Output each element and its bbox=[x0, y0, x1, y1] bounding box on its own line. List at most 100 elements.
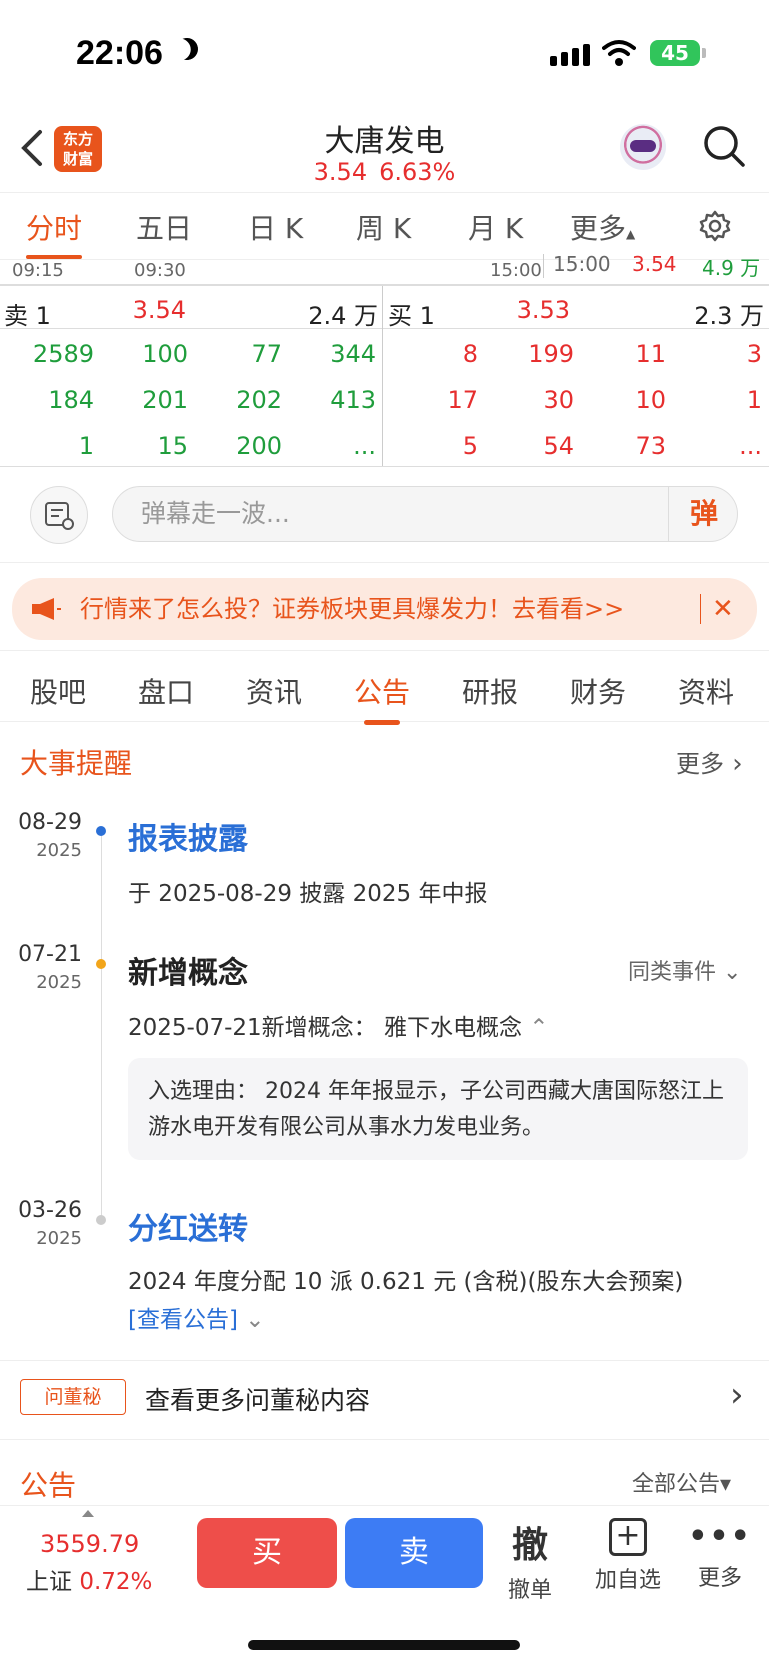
cellular-signal-icon bbox=[550, 44, 590, 66]
change-percent: 6.63% bbox=[379, 158, 456, 186]
caret-down-icon: ▾ bbox=[720, 1472, 732, 1497]
sell-button[interactable]: 卖 bbox=[345, 1518, 483, 1588]
danmu-send-button[interactable]: 弹 bbox=[668, 486, 739, 542]
cancel-label: 撤单 bbox=[507, 1578, 552, 1603]
tab-profile[interactable]: 资料 bbox=[678, 671, 734, 711]
chevron-down-icon: ⌄ bbox=[716, 960, 742, 985]
megaphone-icon bbox=[32, 598, 61, 620]
concept-reason-box: 入选理由： 2024 年年报显示，子公司西藏大唐国际怒江上游水电开发有限公司从事… bbox=[128, 1058, 748, 1160]
stock-header: 东方 财富 大唐发电 3.54 6.63% bbox=[0, 110, 769, 192]
more-button[interactable]: ••• 更多 bbox=[680, 1516, 760, 1592]
queue-cell: 201 bbox=[142, 386, 188, 414]
queue-cell: 5 bbox=[462, 432, 478, 460]
all-announcements-link[interactable]: 全部公告▾ bbox=[632, 1466, 731, 1498]
view-announcement-link[interactable]: [查看公告] ⌄ bbox=[128, 1300, 265, 1334]
buy-button[interactable]: 买 bbox=[197, 1518, 337, 1588]
event-desc-text: 2025-07-21新增概念： 雅下水电概念 bbox=[128, 1015, 522, 1041]
queue-cell: 11 bbox=[635, 340, 666, 368]
all-announcements-label: 全部公告 bbox=[632, 1472, 721, 1497]
gear-icon[interactable] bbox=[698, 209, 732, 243]
tab-daily-k[interactable]: 日 K bbox=[248, 207, 303, 247]
event-date: 08-29 bbox=[18, 810, 82, 835]
expand-caret-icon[interactable] bbox=[82, 1510, 94, 1517]
tab-intraday[interactable]: 分时 bbox=[26, 207, 83, 259]
event-desc: 于 2025-08-29 披露 2025 年中报 bbox=[128, 881, 488, 907]
similar-events-dropdown[interactable]: 同类事件 ⌄ bbox=[628, 954, 741, 986]
tab-pankou[interactable]: 盘口 bbox=[138, 671, 194, 711]
chevron-down-icon: ⌄ bbox=[237, 1307, 265, 1333]
tick-price: 3.54 bbox=[632, 252, 677, 276]
plus-square-icon: + bbox=[609, 1518, 647, 1556]
cancel-order-button[interactable]: 撤 撤单 bbox=[490, 1516, 570, 1604]
chevron-right-icon: › bbox=[730, 1375, 744, 1415]
status-bar: 22:06 45 bbox=[0, 0, 769, 110]
battery-icon: 45 bbox=[650, 40, 706, 66]
danmu-toggle-icon[interactable] bbox=[30, 486, 88, 544]
tab-guba[interactable]: 股吧 bbox=[30, 671, 86, 711]
tab-five-day[interactable]: 五日 bbox=[136, 207, 192, 247]
queue-cell: 184 bbox=[48, 386, 94, 414]
current-price: 3.54 bbox=[313, 158, 368, 186]
announcements-title: 公告 bbox=[20, 1469, 77, 1502]
event-desc[interactable]: 2025-07-21新增概念： 雅下水电概念 ⌃ bbox=[128, 1008, 549, 1042]
moon-icon bbox=[173, 35, 201, 63]
tab-research[interactable]: 研报 bbox=[462, 671, 518, 711]
queue-cell: 17 bbox=[447, 386, 478, 414]
tab-monthly-k[interactable]: 月 K bbox=[468, 207, 523, 247]
more-dots-icon: ••• bbox=[688, 1519, 752, 1554]
message-settings-icon bbox=[45, 502, 74, 530]
queue-cell: ... bbox=[353, 432, 376, 460]
wifi-icon bbox=[602, 40, 636, 66]
view-announcement-label: [查看公告] bbox=[128, 1307, 238, 1333]
event-title[interactable]: 分红送转 bbox=[128, 1204, 248, 1248]
queue-cell: 200 bbox=[236, 432, 282, 460]
add-watchlist-button[interactable]: + 加自选 bbox=[585, 1516, 671, 1594]
chevron-up-icon: ⌃ bbox=[521, 1015, 549, 1041]
tab-finance[interactable]: 财务 bbox=[570, 671, 626, 711]
buy-1-label: 买 1 bbox=[388, 302, 435, 330]
sell-1-volume: 2.4 万 bbox=[308, 302, 378, 330]
event-desc: 2024 年度分配 10 派 0.621 元 (含税)(股东大会预案) bbox=[128, 1269, 684, 1295]
queue-cell: 30 bbox=[543, 386, 574, 414]
timeline-dot bbox=[96, 959, 106, 969]
queue-cell: 199 bbox=[528, 340, 574, 368]
close-icon[interactable]: ✕ bbox=[712, 578, 734, 640]
queue-cell: 3 bbox=[746, 340, 762, 368]
event-year: 2025 bbox=[36, 1228, 82, 1249]
index-value[interactable]: 3559.79 bbox=[40, 1530, 139, 1558]
home-indicator bbox=[248, 1640, 520, 1650]
time-label-close: 15:00 bbox=[490, 260, 542, 281]
index-info[interactable]: 上证 0.72% bbox=[26, 1562, 152, 1596]
events-more-link[interactable]: 更多 › bbox=[676, 744, 743, 779]
danmu-input[interactable]: 弹幕走一波... bbox=[112, 486, 738, 542]
cancel-icon: 撤 bbox=[511, 1525, 548, 1566]
danmu-bar: 弹幕走一波... 弹 bbox=[0, 466, 769, 563]
search-icon[interactable] bbox=[702, 124, 746, 168]
event-date: 07-21 bbox=[18, 942, 82, 967]
queue-cell: 73 bbox=[635, 432, 666, 460]
divider bbox=[543, 254, 544, 278]
queue-cell: 344 bbox=[330, 340, 376, 368]
add-label: 加自选 bbox=[594, 1568, 661, 1593]
tab-more[interactable]: 更多▲ bbox=[570, 207, 635, 247]
time-label-open: 09:15 bbox=[12, 260, 64, 281]
tick-volume: 4.9 万 bbox=[702, 256, 761, 280]
tab-more-label: 更多 bbox=[570, 212, 627, 245]
queue-cell: 8 bbox=[462, 340, 478, 368]
event-year: 2025 bbox=[36, 972, 82, 993]
event-title[interactable]: 报表披露 bbox=[128, 814, 248, 858]
dongmi-row[interactable]: 问董秘 查看更多问董秘内容 › bbox=[0, 1360, 769, 1440]
timeline-dot bbox=[96, 1215, 106, 1225]
queue-cell: 100 bbox=[142, 340, 188, 368]
buy-1-price: 3.53 bbox=[516, 296, 570, 324]
tab-weekly-k[interactable]: 周 K bbox=[356, 207, 411, 247]
sell-1-label: 卖 1 bbox=[4, 302, 51, 330]
index-change: 0.72% bbox=[79, 1569, 153, 1595]
tab-news[interactable]: 资讯 bbox=[246, 671, 302, 711]
banner-text: 行情来了怎么投？证券板块更具爆发力！去看看>> bbox=[80, 595, 625, 623]
promo-banner[interactable]: 行情来了怎么投？证券板块更具爆发力！去看看>> ✕ bbox=[12, 578, 757, 640]
time-label-start: 09:30 bbox=[134, 260, 186, 281]
queue-cell: 202 bbox=[236, 386, 282, 414]
tab-announcements[interactable]: 公告 bbox=[354, 671, 410, 725]
ai-assistant-icon[interactable] bbox=[620, 124, 666, 170]
